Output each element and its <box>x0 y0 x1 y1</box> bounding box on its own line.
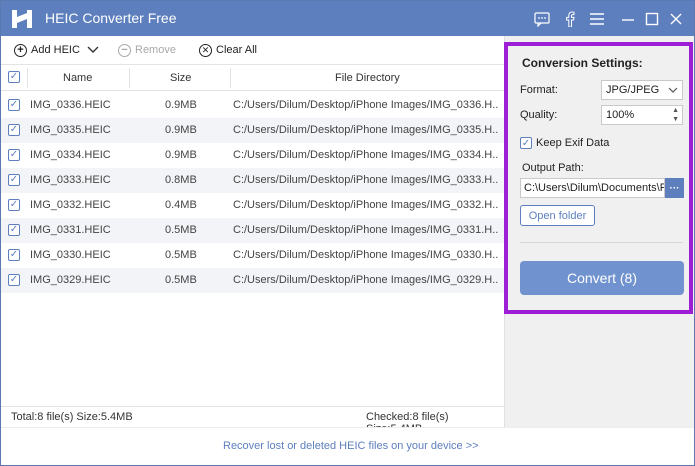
file-name: IMG_0333.HEIC <box>30 174 111 186</box>
format-label: Format: <box>520 84 558 96</box>
file-directory: C:/Users/Dilum/Desktop/iPhone Images/IMG… <box>233 249 499 261</box>
file-size: 0.5MB <box>165 249 197 261</box>
column-header-directory[interactable]: File Directory <box>335 72 400 84</box>
file-name: IMG_0334.HEIC <box>30 149 111 161</box>
app-window: HEIC Converter Free + Add HEIC − Remove … <box>0 0 695 466</box>
app-logo-icon <box>12 10 32 28</box>
conversion-settings-panel: Conversion Settings: Format: JPG/JPEG Qu… <box>504 36 694 427</box>
quality-value: 100% <box>606 109 635 121</box>
divider <box>520 242 683 243</box>
table-row[interactable]: ✓ IMG_0329.HEIC 0.5MB C:/Users/Dilum/Des… <box>1 268 504 293</box>
file-table: ✓ Name Size File Directory ✓ IMG_0336.HE… <box>1 64 504 406</box>
chevron-down-icon <box>668 87 678 93</box>
table-header: ✓ Name Size File Directory <box>1 64 504 91</box>
remove-label: Remove <box>135 44 176 56</box>
file-size: 0.4MB <box>165 199 197 211</box>
convert-button[interactable]: Convert (8) <box>520 261 684 295</box>
row-checkbox[interactable]: ✓ <box>8 174 20 186</box>
row-checkbox[interactable]: ✓ <box>8 199 20 211</box>
file-size: 0.5MB <box>165 224 197 236</box>
format-value: JPG/JPEG <box>606 84 660 96</box>
column-header-size[interactable]: Size <box>170 72 191 84</box>
row-checkbox[interactable]: ✓ <box>8 274 20 286</box>
format-select[interactable]: JPG/JPEG <box>601 80 683 100</box>
clear-all-button[interactable]: ✕ Clear All <box>199 41 257 59</box>
table-row[interactable]: ✓ IMG_0332.HEIC 0.4MB C:/Users/Dilum/Des… <box>1 193 504 218</box>
stepper-arrows-icon[interactable]: ▲ ▼ <box>672 106 679 124</box>
file-directory: C:/Users/Dilum/Desktop/iPhone Images/IMG… <box>233 274 499 286</box>
table-row[interactable]: ✓ IMG_0330.HEIC 0.5MB C:/Users/Dilum/Des… <box>1 243 504 268</box>
column-header-name[interactable]: Name <box>63 72 92 84</box>
file-size: 0.5MB <box>165 274 197 286</box>
file-name: IMG_0331.HEIC <box>30 224 111 236</box>
plus-icon: + <box>14 43 27 57</box>
quality-label: Quality: <box>520 109 558 121</box>
file-directory: C:/Users/Dilum/Desktop/iPhone Images/IMG… <box>233 174 499 186</box>
file-directory: C:/Users/Dilum/Desktop/iPhone Images/IMG… <box>233 99 499 111</box>
file-name: IMG_0332.HEIC <box>30 199 111 211</box>
total-status: Total:8 file(s) Size:5.4MB <box>11 411 133 423</box>
menu-icon[interactable] <box>587 9 607 29</box>
row-checkbox[interactable]: ✓ <box>8 124 20 136</box>
keep-exif-checkbox[interactable]: ✓ <box>520 137 532 149</box>
file-directory: C:/Users/Dilum/Desktop/iPhone Images/IMG… <box>233 149 499 161</box>
file-size: 0.9MB <box>165 99 197 111</box>
remove-button[interactable]: − Remove <box>118 41 176 59</box>
file-name: IMG_0330.HEIC <box>30 249 111 261</box>
maximize-icon[interactable] <box>642 9 662 29</box>
settings-title: Conversion Settings: <box>522 56 643 70</box>
chevron-down-icon <box>87 46 99 53</box>
file-directory: C:/Users/Dilum/Desktop/iPhone Images/IMG… <box>233 224 499 236</box>
output-path-label: Output Path: <box>522 162 584 174</box>
app-title: HEIC Converter Free <box>45 10 177 26</box>
table-row[interactable]: ✓ IMG_0335.HEIC 0.9MB C:/Users/Dilum/Des… <box>1 118 504 143</box>
table-row[interactable]: ✓ IMG_0336.HEIC 0.9MB C:/Users/Dilum/Des… <box>1 93 504 118</box>
keep-exif-label: Keep Exif Data <box>536 137 610 149</box>
table-row[interactable]: ✓ IMG_0333.HEIC 0.8MB C:/Users/Dilum/Des… <box>1 168 504 193</box>
feedback-icon[interactable] <box>532 9 552 29</box>
table-row[interactable]: ✓ IMG_0334.HEIC 0.9MB C:/Users/Dilum/Des… <box>1 143 504 168</box>
add-heic-dropdown[interactable] <box>87 41 99 59</box>
recover-files-link[interactable]: Recover lost or deleted HEIC files on yo… <box>223 440 479 452</box>
column-divider <box>27 68 28 88</box>
row-checkbox[interactable]: ✓ <box>8 249 20 261</box>
close-icon[interactable] <box>666 9 686 29</box>
output-path-field[interactable]: C:\Users\Dilum\Documents\Fc <box>520 178 665 198</box>
open-folder-button[interactable]: Open folder <box>520 205 595 226</box>
status-bar: Total:8 file(s) Size:5.4MB Checked:8 fil… <box>1 406 504 435</box>
file-name: IMG_0335.HEIC <box>30 124 111 136</box>
toolbar: + Add HEIC − Remove ✕ Clear All <box>1 36 504 64</box>
table-row[interactable]: ✓ IMG_0331.HEIC 0.5MB C:/Users/Dilum/Des… <box>1 218 504 243</box>
file-size: 0.8MB <box>165 174 197 186</box>
file-directory: C:/Users/Dilum/Desktop/iPhone Images/IMG… <box>233 199 499 211</box>
select-all-checkbox[interactable]: ✓ <box>8 71 20 83</box>
browse-button[interactable]: ··· <box>665 178 684 198</box>
row-checkbox[interactable]: ✓ <box>8 99 20 111</box>
facebook-icon[interactable] <box>560 9 580 29</box>
file-directory: C:/Users/Dilum/Desktop/iPhone Images/IMG… <box>233 124 499 136</box>
clear-all-label: Clear All <box>216 44 257 56</box>
row-checkbox[interactable]: ✓ <box>8 224 20 236</box>
title-bar: HEIC Converter Free <box>1 1 694 36</box>
file-name: IMG_0336.HEIC <box>30 99 111 111</box>
add-heic-button[interactable]: + Add HEIC <box>14 41 80 59</box>
file-name: IMG_0329.HEIC <box>30 274 111 286</box>
minimize-icon[interactable] <box>618 9 638 29</box>
footer: Recover lost or deleted HEIC files on yo… <box>1 427 694 465</box>
column-divider <box>129 68 130 88</box>
clear-icon: ✕ <box>199 43 212 57</box>
minus-icon: − <box>118 43 131 57</box>
file-size: 0.9MB <box>165 124 197 136</box>
file-size: 0.9MB <box>165 149 197 161</box>
add-heic-label: Add HEIC <box>31 44 80 56</box>
column-divider <box>230 68 231 88</box>
quality-stepper[interactable]: 100% ▲ ▼ <box>601 105 683 125</box>
row-checkbox[interactable]: ✓ <box>8 149 20 161</box>
